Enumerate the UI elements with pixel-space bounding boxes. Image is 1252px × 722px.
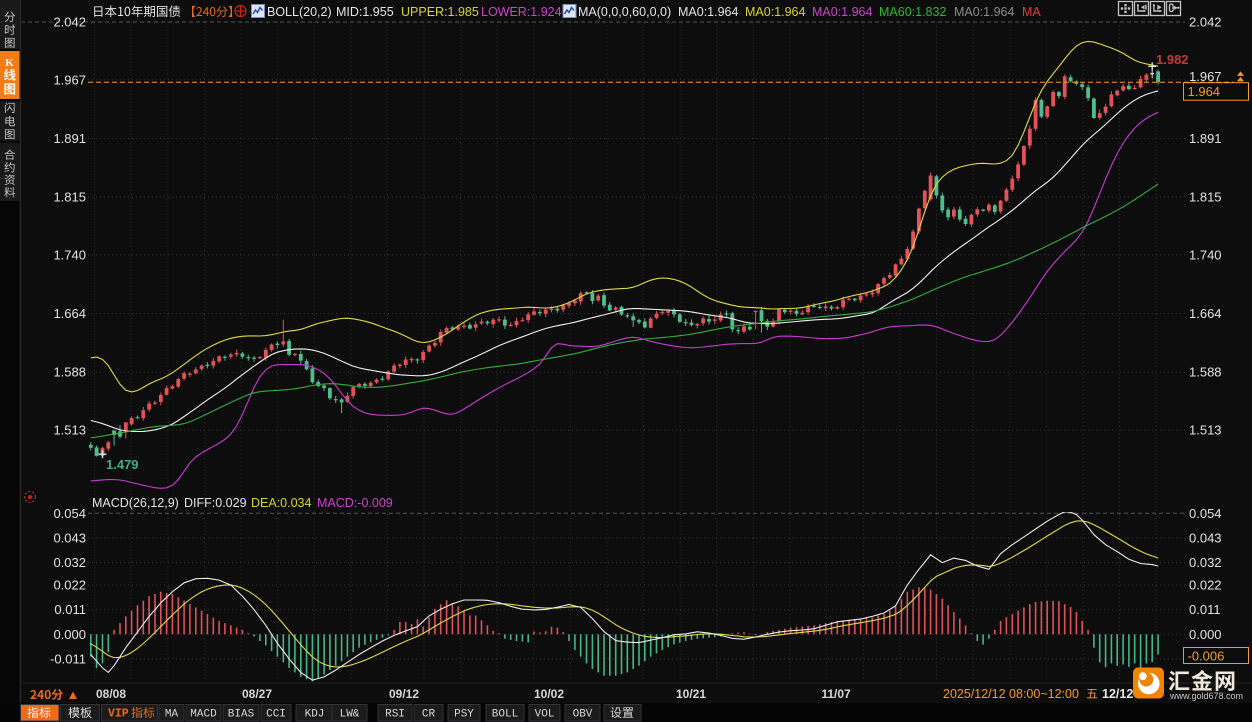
svg-text:www.gold678.com: www.gold678.com (1169, 691, 1243, 701)
svg-text:1.815: 1.815 (53, 190, 86, 205)
svg-text:0.000: 0.000 (53, 627, 86, 642)
svg-text:PSY: PSY (454, 709, 474, 721)
svg-text:KDJ: KDJ (305, 709, 325, 721)
svg-text:MA: MA (165, 709, 179, 721)
svg-text:LOWER:1.924: LOWER:1.924 (481, 5, 562, 19)
svg-text:1.815: 1.815 (1189, 190, 1222, 205)
svg-text:0.022: 0.022 (1189, 578, 1222, 593)
svg-text:10/21: 10/21 (676, 687, 706, 701)
svg-text:CCI: CCI (266, 709, 286, 721)
svg-text:K: K (5, 57, 14, 69)
svg-text:-0.006: -0.006 (1188, 649, 1225, 664)
svg-text:11/07: 11/07 (821, 687, 851, 701)
svg-text:MID:1.955: MID:1.955 (336, 5, 394, 19)
svg-text:-0.011: -0.011 (50, 651, 86, 666)
svg-text:1.664: 1.664 (53, 306, 86, 321)
svg-text:OBV: OBV (573, 709, 593, 721)
svg-text:BOLL: BOLL (492, 709, 518, 721)
svg-text:0.032: 0.032 (53, 555, 86, 570)
svg-text:1.740: 1.740 (1189, 247, 1222, 262)
svg-text:0.043: 0.043 (53, 531, 86, 546)
svg-text:0.043: 0.043 (1189, 531, 1222, 546)
svg-text:1.513: 1.513 (1189, 423, 1222, 438)
svg-text:MA0:1.964: MA0:1.964 (678, 5, 739, 19)
svg-text:BOLL(20,2): BOLL(20,2) (267, 5, 332, 19)
svg-text:1.967: 1.967 (53, 72, 86, 87)
svg-text:CR: CR (422, 709, 436, 721)
svg-text:VIP: VIP (108, 708, 129, 721)
svg-text:0.054: 0.054 (53, 506, 86, 521)
svg-text:12/12: 12/12 (1102, 687, 1133, 701)
svg-text:MA0:1.964: MA0:1.964 (954, 5, 1015, 19)
svg-text:09/12: 09/12 (389, 687, 419, 701)
svg-text:DIFF:0.029: DIFF:0.029 (184, 496, 247, 510)
svg-text:MA0:1.964: MA0:1.964 (745, 5, 806, 19)
svg-text:08/08: 08/08 (96, 687, 126, 701)
svg-text:MA0:1.964: MA0:1.964 (812, 5, 873, 19)
svg-text:LW&: LW& (340, 709, 360, 721)
svg-text:UPPER:1.985: UPPER:1.985 (401, 5, 479, 19)
svg-text:1.967: 1.967 (1189, 69, 1222, 84)
svg-text:MA(0,0,0,60,0,0): MA(0,0,0,60,0,0) (578, 5, 671, 19)
svg-text:VOL: VOL (535, 709, 555, 721)
svg-text:0.022: 0.022 (53, 578, 86, 593)
svg-text:0.054: 0.054 (1189, 506, 1222, 521)
svg-text:0.011: 0.011 (54, 602, 86, 617)
svg-text:DEA:0.034: DEA:0.034 (251, 496, 312, 510)
svg-text:0.032: 0.032 (1189, 555, 1222, 570)
svg-text:2.042: 2.042 (53, 15, 86, 30)
svg-text:1.588: 1.588 (53, 365, 86, 380)
svg-text:2025/12/12 08:00~12:00: 2025/12/12 08:00~12:00 (943, 687, 1079, 701)
svg-text:2.042: 2.042 (1189, 15, 1222, 30)
svg-text:MA: MA (1022, 5, 1041, 19)
svg-text:1.964: 1.964 (1188, 84, 1221, 99)
svg-text:1.982: 1.982 (1156, 52, 1189, 67)
svg-text:10/02: 10/02 (534, 687, 564, 701)
svg-text:1.588: 1.588 (1189, 365, 1222, 380)
svg-text:1.891: 1.891 (1189, 131, 1222, 146)
svg-text:MACD(26,12,9): MACD(26,12,9) (92, 496, 179, 510)
svg-text:MA60:1.832: MA60:1.832 (879, 5, 946, 19)
svg-text:0.011: 0.011 (1189, 602, 1221, 617)
svg-text:1.664: 1.664 (1189, 306, 1222, 321)
svg-text:RSI: RSI (385, 709, 405, 721)
svg-text:1.513: 1.513 (53, 423, 86, 438)
svg-text:0.000: 0.000 (1189, 627, 1222, 642)
svg-text:08/27: 08/27 (242, 687, 272, 701)
svg-text:MACD: MACD (190, 709, 217, 721)
svg-text:1.479: 1.479 (106, 457, 139, 472)
svg-text:MACD:-0.009: MACD:-0.009 (317, 496, 393, 510)
svg-text:1.891: 1.891 (53, 131, 86, 146)
svg-text:BIAS: BIAS (228, 709, 255, 721)
svg-text:1.740: 1.740 (53, 247, 86, 262)
